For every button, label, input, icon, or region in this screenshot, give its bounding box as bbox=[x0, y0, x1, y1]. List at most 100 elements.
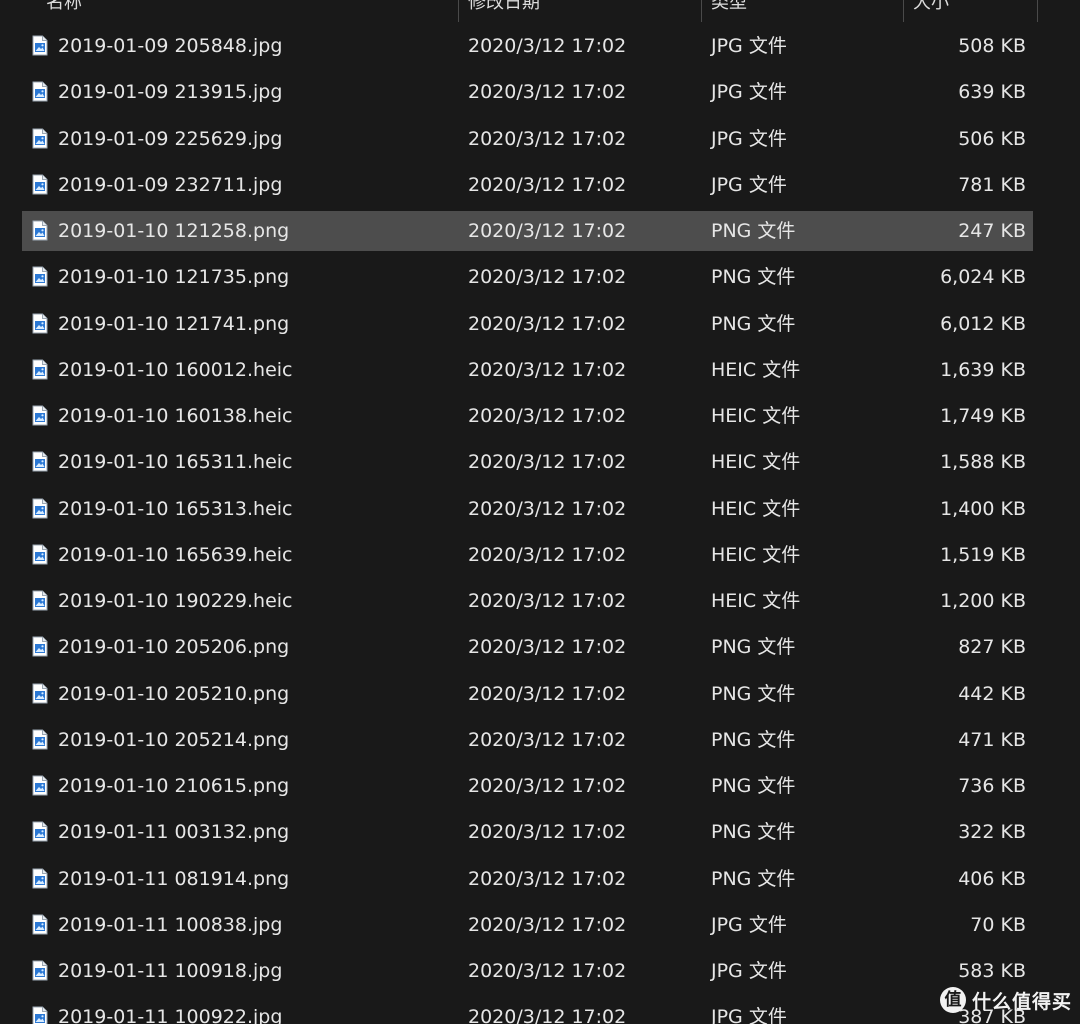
file-name: 2019-01-10 121741.png bbox=[58, 312, 290, 335]
file-name: 2019-01-10 160138.heic bbox=[58, 405, 293, 427]
column-divider[interactable] bbox=[1037, 0, 1038, 22]
file-type: PNG 文件 bbox=[711, 312, 796, 335]
image-file-icon bbox=[32, 498, 48, 518]
file-type: PNG 文件 bbox=[711, 266, 796, 289]
zhi-logo-icon: 值 bbox=[939, 987, 966, 1013]
file-row[interactable]: 2019-01-10 121741.png 2020/3/12 17:02 PNG … bbox=[22, 304, 1033, 344]
column-header-size[interactable]: 大小 bbox=[913, 0, 949, 22]
file-type: PNG 文件 bbox=[711, 682, 796, 705]
file-type: PNG 文件 bbox=[711, 867, 796, 890]
file-name: 2019-01-11 100918.jpg bbox=[58, 960, 283, 982]
file-name: 2019-01-10 165311.heic bbox=[58, 451, 293, 474]
file-modified-date: 2020/3/12 17:02 bbox=[468, 405, 627, 427]
file-size: 406 KB bbox=[958, 867, 1026, 890]
file-row[interactable]: 2019-01-09 232711.jpg 2020/3/12 17:02 JPG … bbox=[22, 165, 1033, 205]
file-row[interactable]: 2019-01-11 100922.jpg 2020/3/12 17:02 JPG … bbox=[22, 997, 1033, 1024]
image-file-icon bbox=[32, 1006, 48, 1024]
file-row[interactable]: 2019-01-09 205848.jpg 2020/3/12 17:02 JPG … bbox=[22, 26, 1033, 66]
file-type: HEIC 文件 bbox=[711, 358, 801, 381]
file-type: JPG 文件 bbox=[711, 960, 787, 982]
file-name: 2019-01-11 081914.png bbox=[58, 867, 290, 890]
file-size: 639 KB bbox=[958, 81, 1026, 104]
file-size: 322 KB bbox=[958, 821, 1026, 844]
file-row[interactable]: 2019-01-11 100838.jpg 2020/3/12 17:02 JPG … bbox=[22, 905, 1033, 945]
image-file-icon bbox=[32, 128, 48, 148]
file-explorer-list: 名称 修改日期 类型 大小 2019-01-09 205848.jpg 2020/… bbox=[0, 0, 1080, 1024]
file-row[interactable]: 2019-01-11 100918.jpg 2020/3/12 17:02 JPG … bbox=[22, 951, 1033, 991]
file-row[interactable]: 2019-01-10 160012.heic 2020/3/12 17:02 HEI… bbox=[22, 350, 1033, 390]
file-row[interactable]: 2019-01-11 003132.png 2020/3/12 17:02 PNG … bbox=[22, 812, 1033, 852]
file-modified-date: 2020/3/12 17:02 bbox=[468, 728, 627, 751]
file-type: JPG 文件 bbox=[711, 913, 787, 936]
file-row[interactable]: 2019-01-10 160138.heic 2020/3/12 17:02 HEI… bbox=[22, 396, 1033, 436]
file-row[interactable]: 2019-01-10 210615.png 2020/3/12 17:02 PNG … bbox=[22, 766, 1033, 806]
file-name: 2019-01-10 190229.heic bbox=[58, 590, 293, 612]
file-type: JPG 文件 bbox=[711, 173, 787, 196]
file-row[interactable]: 2019-01-10 165311.heic 2020/3/12 17:02 HEI… bbox=[22, 442, 1033, 482]
watermark-text: 什么值得买 bbox=[971, 990, 1072, 1013]
image-file-icon bbox=[32, 960, 48, 981]
file-modified-date: 2020/3/12 17:02 bbox=[468, 913, 627, 936]
column-divider[interactable] bbox=[458, 0, 459, 22]
file-size: 506 KB bbox=[958, 127, 1026, 150]
file-size: 70 KB bbox=[970, 913, 1026, 936]
image-file-icon bbox=[32, 359, 48, 380]
file-modified-date: 2020/3/12 17:02 bbox=[468, 173, 627, 196]
file-size: 1,519 KB bbox=[940, 543, 1026, 566]
file-type: PNG 文件 bbox=[711, 728, 796, 751]
image-file-icon bbox=[32, 174, 48, 195]
file-name: 2019-01-10 121735.png bbox=[58, 266, 290, 289]
file-type: HEIC 文件 bbox=[711, 405, 801, 427]
file-row[interactable]: 2019-01-10 121735.png 2020/3/12 17:02 PNG … bbox=[22, 257, 1033, 297]
file-name: 2019-01-10 205206.png bbox=[58, 636, 290, 659]
column-header-type[interactable]: 类型 bbox=[711, 0, 747, 22]
file-row[interactable]: 2019-01-09 213915.jpg 2020/3/12 17:02 JPG … bbox=[22, 72, 1033, 112]
file-modified-date: 2020/3/12 17:02 bbox=[468, 543, 627, 566]
file-type: PNG 文件 bbox=[711, 636, 796, 659]
file-row[interactable]: 2019-01-10 205206.png 2020/3/12 17:02 PNG … bbox=[22, 627, 1033, 667]
file-row[interactable]: 2019-01-10 165313.heic 2020/3/12 17:02 HEI… bbox=[22, 489, 1033, 529]
file-row[interactable]: 2019-01-10 205210.png 2020/3/12 17:02 PNG … bbox=[22, 674, 1033, 714]
image-file-icon bbox=[32, 821, 48, 842]
image-file-icon bbox=[32, 729, 48, 750]
file-name: 2019-01-11 100922.jpg bbox=[58, 1006, 283, 1024]
file-modified-date: 2020/3/12 17:02 bbox=[468, 821, 627, 844]
image-file-icon bbox=[32, 266, 48, 287]
column-divider[interactable] bbox=[903, 0, 904, 22]
file-name: 2019-01-10 165639.heic bbox=[58, 543, 293, 566]
file-type: PNG 文件 bbox=[711, 821, 796, 844]
file-modified-date: 2020/3/12 17:02 bbox=[468, 451, 627, 474]
file-modified-date: 2020/3/12 17:02 bbox=[468, 220, 627, 242]
image-file-icon bbox=[32, 868, 48, 888]
file-row[interactable]: 2019-01-10 205214.png 2020/3/12 17:02 PNG … bbox=[22, 720, 1033, 760]
image-file-icon bbox=[32, 451, 48, 472]
file-modified-date: 2020/3/12 17:02 bbox=[468, 312, 627, 335]
file-row[interactable]: 2019-01-10 165639.heic 2020/3/12 17:02 HEI… bbox=[22, 535, 1033, 575]
file-name: 2019-01-09 232711.jpg bbox=[58, 173, 283, 196]
file-size: 6,024 KB bbox=[940, 266, 1026, 289]
file-size: 508 KB bbox=[958, 35, 1026, 57]
file-type: HEIC 文件 bbox=[711, 497, 801, 520]
image-file-icon bbox=[32, 81, 48, 102]
file-modified-date: 2020/3/12 17:02 bbox=[468, 35, 627, 57]
column-divider[interactable] bbox=[701, 0, 702, 22]
file-name: 2019-01-10 160012.heic bbox=[58, 358, 293, 381]
file-name: 2019-01-10 165313.heic bbox=[58, 497, 293, 520]
column-header-modified[interactable]: 修改日期 bbox=[468, 0, 540, 22]
file-type: HEIC 文件 bbox=[711, 543, 801, 566]
file-type: HEIC 文件 bbox=[711, 451, 801, 474]
file-row[interactable]: 2019-01-10 190229.heic 2020/3/12 17:02 HEI… bbox=[22, 581, 1033, 621]
image-file-icon bbox=[32, 405, 48, 426]
image-file-icon bbox=[32, 35, 48, 56]
file-modified-date: 2020/3/12 17:02 bbox=[468, 497, 627, 520]
column-header-name[interactable]: 名称 bbox=[46, 0, 82, 22]
file-name: 2019-01-10 205210.png bbox=[58, 682, 290, 705]
image-file-icon bbox=[32, 775, 48, 796]
file-modified-date: 2020/3/12 17:02 bbox=[468, 960, 627, 982]
column-header: 名称 修改日期 类型 大小 bbox=[0, 0, 1080, 22]
file-row[interactable]: 2019-01-10 121258.png 2020/3/12 17:02 PNG … bbox=[22, 211, 1033, 251]
file-modified-date: 2020/3/12 17:02 bbox=[468, 358, 627, 381]
file-modified-date: 2020/3/12 17:02 bbox=[468, 81, 627, 104]
file-row[interactable]: 2019-01-09 225629.jpg 2020/3/12 17:02 JPG … bbox=[22, 119, 1033, 159]
file-row[interactable]: 2019-01-11 081914.png 2020/3/12 17:02 PNG … bbox=[22, 859, 1033, 899]
